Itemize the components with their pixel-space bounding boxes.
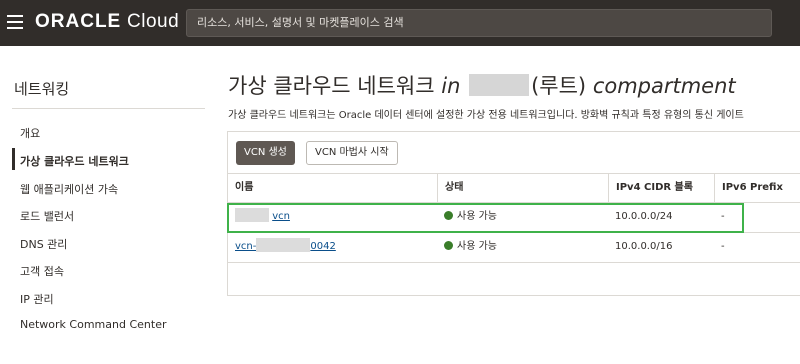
column-header-status[interactable]: 상태 — [437, 174, 608, 204]
page-title-in: in — [441, 74, 461, 98]
create-vcn-button[interactable]: VCN 생성 — [236, 141, 295, 165]
page-title-root: (루트) — [531, 74, 587, 98]
column-header-name[interactable]: 이름 — [228, 174, 437, 204]
status-label: 사용 가능 — [457, 241, 497, 252]
sidebar-item-web-app-acceleration[interactable]: 웹 애플리케이션 가속 — [20, 181, 118, 197]
table-row: vcn- 0042 사용 가능 10.0.0.0/16 - — [228, 233, 800, 263]
table-header: 이름 상태 IPv4 CIDR 블록 IPv6 Prefix — [228, 173, 800, 204]
top-navigation-bar: ORACLE Cloud 리소스, 서비스, 설명서 및 마켓플레이스 검색 — [0, 0, 800, 46]
status-available-icon — [444, 241, 453, 250]
vcn-name-prefix: vcn- — [235, 241, 257, 252]
row-highlight-box — [227, 203, 744, 233]
page-title-text: 가상 클라우드 네트워크 — [228, 74, 435, 98]
sidebar-item-network-command-center[interactable]: Network Command Center — [20, 318, 166, 331]
column-header-ipv6-prefix[interactable]: IPv6 Prefix — [714, 174, 800, 204]
search-input[interactable]: 리소스, 서비스, 설명서 및 마켓플레이스 검색 — [186, 9, 772, 37]
sidebar-item-ip-management[interactable]: IP 관리 — [20, 291, 54, 307]
logo-product: Cloud — [127, 11, 180, 32]
redacted-tenancy-name — [469, 74, 530, 96]
vcn-name-suffix: 0042 — [310, 241, 336, 252]
start-vcn-wizard-button[interactable]: VCN 마법사 시작 — [306, 141, 398, 165]
column-header-ipv4-cidr[interactable]: IPv4 CIDR 블록 — [608, 174, 714, 204]
sidebar-item-overview[interactable]: 개요 — [20, 125, 40, 141]
redacted-vcn-name — [256, 238, 311, 252]
sidebar-title: 네트워킹 — [14, 80, 70, 98]
vcn-name-cell: vcn- 0042 — [228, 233, 437, 263]
sidebar-item-load-balancers[interactable]: 로드 밸런서 — [20, 208, 74, 224]
ipv4-cidr-cell: 10.0.0.0/16 — [615, 241, 673, 252]
sidebar-item-dns-management[interactable]: DNS 관리 — [20, 236, 67, 252]
active-nav-indicator — [12, 148, 15, 170]
ipv6-prefix-cell: - — [721, 241, 725, 252]
sidebar-item-customer-connectivity[interactable]: 고객 접속 — [20, 263, 64, 279]
logo-brand: ORACLE — [35, 11, 122, 32]
oracle-cloud-logo[interactable]: ORACLE Cloud — [35, 11, 179, 33]
vcn-name-link[interactable]: vcn- 0042 — [235, 238, 336, 252]
page-description: 가상 클라우드 네트워크는 Oracle 데이터 센터에 설정한 가상 전용 네… — [228, 110, 744, 121]
hamburger-menu-icon[interactable] — [7, 15, 23, 29]
sidebar-item-virtual-cloud-networks[interactable]: 가상 클라우드 네트워크 — [20, 153, 129, 169]
sidebar-divider — [12, 108, 205, 109]
status-cell: 사용 가능 — [437, 233, 608, 263]
page-title: 가상 클라우드 네트워크 in (루트) compartment — [228, 70, 736, 100]
page-title-compartment: compartment — [592, 74, 736, 98]
